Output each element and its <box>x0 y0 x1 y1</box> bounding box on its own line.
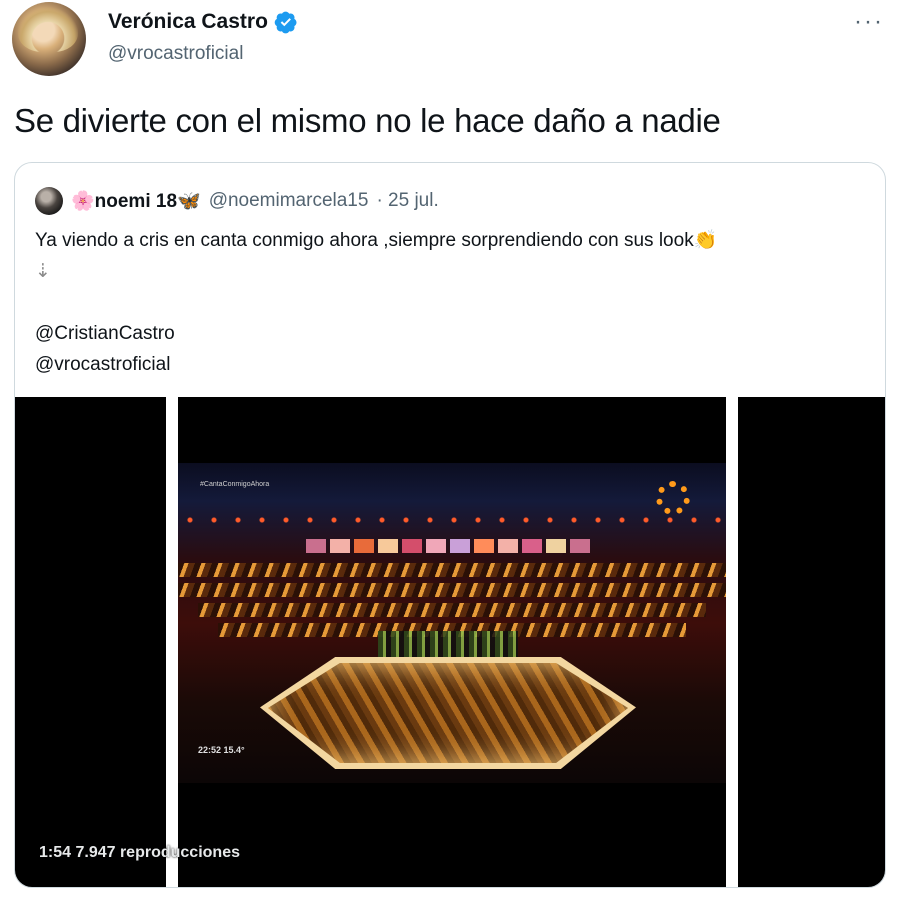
channel-logo-icon <box>656 481 690 515</box>
audience <box>378 631 518 661</box>
verified-badge-icon <box>274 11 297 34</box>
video-player[interactable]: #CantaConmigoAhora 22:52 15.4° 1:54 7.94… <box>15 397 885 887</box>
quoted-handle[interactable]: @noemimarcela15 <box>209 190 369 212</box>
more-options-icon[interactable]: ··· <box>854 8 884 36</box>
author-name-row[interactable]: Verónica Castro <box>108 10 298 34</box>
avatar-image <box>18 6 78 52</box>
quoted-tweet[interactable]: 🌸noemi 18🦋 @noemimarcela15 · 25 jul. Ya … <box>14 162 886 888</box>
quoted-header: 🌸noemi 18🦋 @noemimarcela15 · 25 jul. <box>35 187 439 215</box>
quoted-text-arrow: ⇣ <box>35 261 51 282</box>
author-avatar[interactable] <box>12 2 86 76</box>
tweet-text: Se divierte con el mismo no le hace daño… <box>14 102 721 139</box>
video-divider <box>166 397 178 887</box>
mention-link[interactable]: @vrocastroficial <box>35 349 875 380</box>
video-divider <box>726 397 738 887</box>
author-name[interactable]: Verónica Castro <box>108 10 268 34</box>
stage-blocks <box>288 539 608 609</box>
author-handle[interactable]: @vrocastroficial <box>108 43 243 65</box>
video-view-counter: 1:54 7.947 reproducciones <box>39 844 240 861</box>
video-frame: #CantaConmigoAhora 22:52 15.4° <box>178 463 726 783</box>
video-hashtag: #CantaConmigoAhora <box>200 481 270 488</box>
quoted-text-line: Ya viendo a cris en canta conmigo ahora … <box>35 230 718 251</box>
stage-floor <box>268 663 628 763</box>
quoted-text: Ya viendo a cris en canta conmigo ahora … <box>35 225 875 380</box>
quoted-avatar[interactable] <box>35 187 63 215</box>
video-osd: 22:52 15.4° <box>198 745 245 755</box>
quoted-name[interactable]: 🌸noemi 18🦋 <box>71 189 201 213</box>
stage-lights <box>178 513 726 527</box>
quoted-date[interactable]: · 25 jul. <box>376 190 438 212</box>
mention-link[interactable]: @CristianCastro <box>35 318 875 349</box>
